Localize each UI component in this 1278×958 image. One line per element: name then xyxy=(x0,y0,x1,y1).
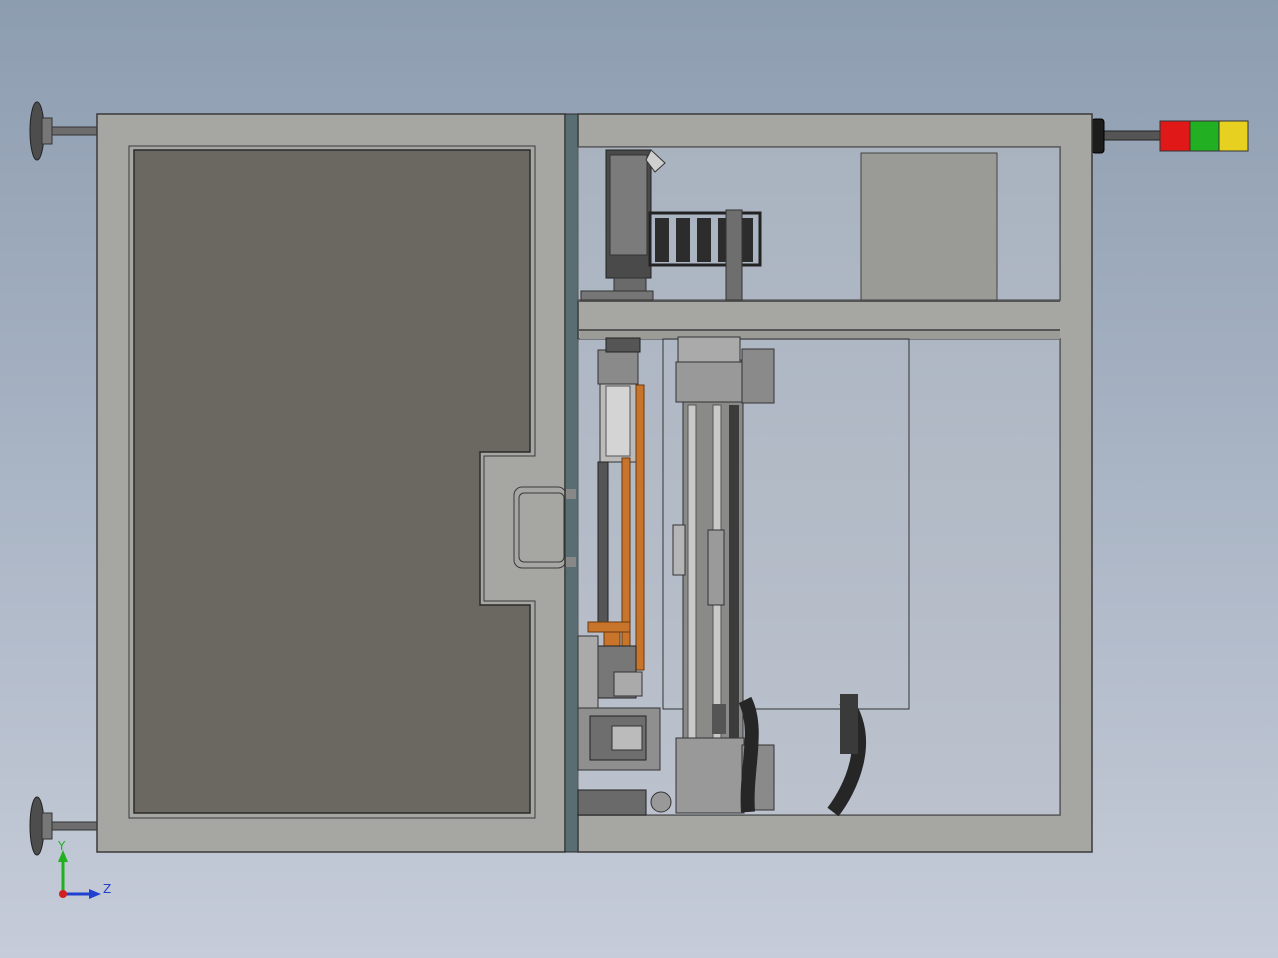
orange-guide-right xyxy=(635,384,645,671)
door-panel xyxy=(133,149,531,814)
z-axis-label: Z xyxy=(103,882,111,896)
cable-chain-left xyxy=(738,696,759,813)
signal-light-red xyxy=(1159,120,1191,152)
cable-chain-upper xyxy=(648,211,762,267)
cad-viewport[interactable]: Y Z xyxy=(0,0,1278,958)
signal-light-yellow xyxy=(1218,120,1249,152)
control-box xyxy=(860,152,998,301)
axis-origin xyxy=(59,890,67,898)
center-post xyxy=(564,113,579,853)
signal-light-green xyxy=(1189,120,1220,152)
left-door[interactable] xyxy=(96,113,567,853)
orange-guide-left xyxy=(621,457,631,671)
y-axis-label: Y xyxy=(57,839,66,853)
